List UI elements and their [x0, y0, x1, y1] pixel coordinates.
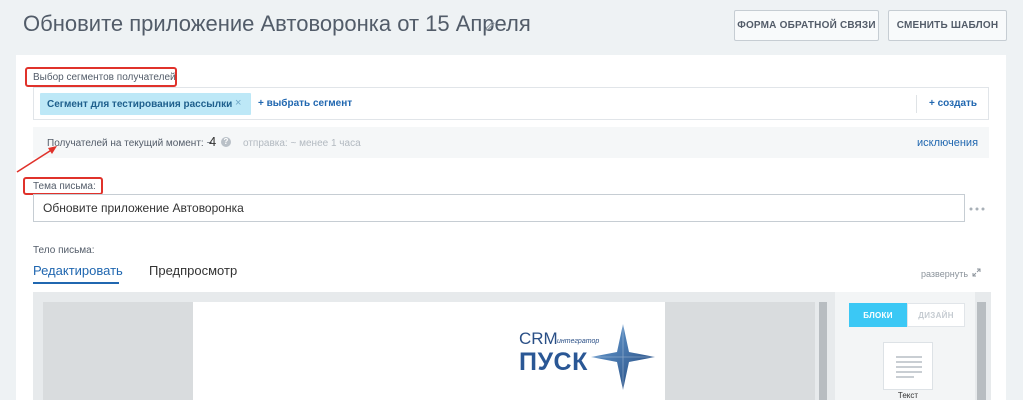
more-icon[interactable]: [969, 207, 985, 211]
logo-star-icon: [591, 324, 655, 390]
pencil-icon[interactable]: [484, 20, 496, 32]
recipients-count: 4: [209, 134, 217, 149]
page-header: Обновите приложение Автоворонка от 15 Ап…: [0, 0, 1023, 52]
page-title: Обновите приложение Автоворонка от 15 Ап…: [23, 11, 531, 36]
segment-tag-label: Сегмент для тестирования рассылки: [47, 98, 233, 110]
canvas-scrollbar[interactable]: [819, 302, 827, 400]
email-editor: CRM интегратор ПУСК Блоки Дизайн: [33, 292, 991, 400]
email-body-preview[interactable]: CRM интегратор ПУСК: [193, 302, 665, 400]
blocks-panel: Блоки Дизайн Текст: [835, 292, 975, 400]
recipients-info: Получателей на текущий момент: ~ 4 ? отп…: [33, 127, 989, 158]
expand-icon[interactable]: [972, 268, 981, 277]
create-segment-link[interactable]: + создать: [929, 98, 977, 109]
logo-crm-text: CRM: [519, 329, 558, 348]
tab-edit-underline: [33, 282, 119, 284]
text-block-caption: Текст: [897, 391, 919, 400]
change-template-button[interactable]: Сменить шаблон: [888, 10, 1007, 41]
exclusions-link[interactable]: исключения: [917, 137, 978, 149]
logo-name-text: ПУСК: [519, 348, 588, 376]
body-label: Тело письма:: [33, 245, 95, 256]
segment-remove-icon[interactable]: ×: [235, 97, 241, 109]
tab-preview[interactable]: Предпросмотр: [149, 263, 237, 278]
segments-divider: [916, 95, 917, 113]
help-icon[interactable]: ?: [221, 137, 231, 147]
segments-label: Выбор сегментов получателей: [33, 72, 176, 83]
mode-design-button[interactable]: Дизайн: [907, 303, 965, 327]
send-time-estimate: отправка: ~ менее 1 часа: [243, 138, 361, 149]
recipients-label: Получателей на текущий момент: ~: [47, 138, 213, 149]
mode-blocks-button[interactable]: Блоки: [849, 303, 907, 327]
page-edge: [1015, 0, 1023, 400]
text-block-tile[interactable]: [883, 342, 933, 390]
subject-label: Тема письма:: [33, 181, 96, 192]
segments-field[interactable]: Сегмент для тестирования рассылки × + вы…: [33, 87, 989, 120]
company-logo: CRM интегратор ПУСК: [519, 324, 659, 390]
subject-input[interactable]: Обновите приложение Автоворонка: [33, 194, 965, 222]
choose-segment-link[interactable]: + выбрать сегмент: [258, 98, 352, 109]
segment-tag[interactable]: Сегмент для тестирования рассылки: [40, 93, 251, 115]
expand-link[interactable]: развернуть: [921, 269, 968, 279]
text-block-icon: [896, 356, 922, 378]
tab-edit[interactable]: Редактировать: [33, 263, 123, 278]
panel-scrollbar[interactable]: [977, 302, 986, 400]
feedback-form-button[interactable]: Форма обратной связи: [734, 10, 879, 41]
